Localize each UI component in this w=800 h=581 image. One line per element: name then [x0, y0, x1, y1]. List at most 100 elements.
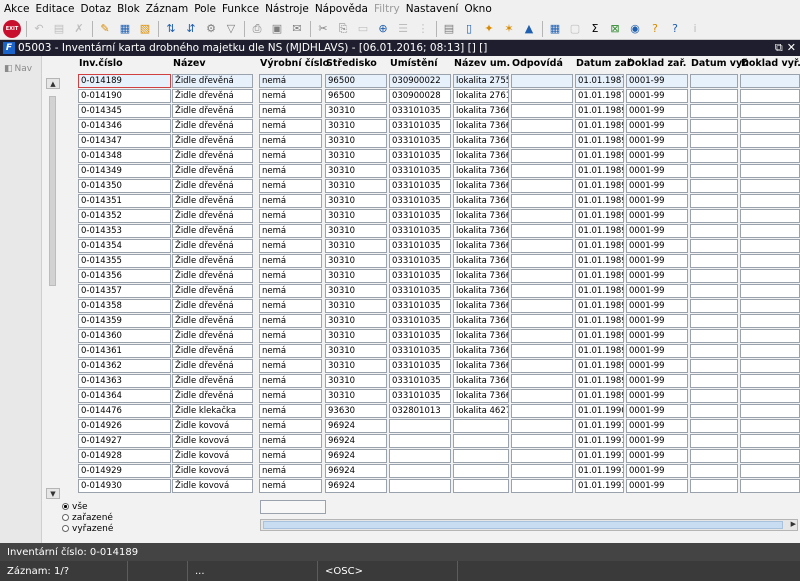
table-cell[interactable]: 96924 — [325, 419, 387, 433]
cut-icon[interactable]: ✂ — [315, 21, 331, 37]
table-cell[interactable]: 01.01.1989 — [575, 224, 624, 238]
table-cell[interactable] — [690, 104, 738, 118]
table-cell[interactable] — [740, 149, 800, 163]
table-cell[interactable] — [511, 239, 573, 253]
restore-icon[interactable]: ⧉ — [775, 41, 783, 55]
table-cell[interactable]: 01.01.1989 — [575, 389, 624, 403]
table-cell[interactable]: 033101035 — [389, 149, 451, 163]
table-row[interactable]: 0-014350 Židle dřevěná nemá 30310 033101035 l… — [42, 179, 800, 194]
save-icon[interactable]: ▤ — [51, 21, 67, 37]
table-row[interactable]: 0-014354 Židle dřevěná nemá 30310 033101035 l… — [42, 239, 800, 254]
table-cell[interactable]: 30310 — [325, 329, 387, 343]
table-cell[interactable] — [690, 194, 738, 208]
table-cell[interactable]: Židle dřevěná — [172, 314, 253, 328]
table-cell[interactable]: nemá — [259, 374, 322, 388]
table-cell[interactable]: Židle dřevěná — [172, 209, 253, 223]
table-cell[interactable]: 01.01.1989 — [575, 314, 624, 328]
table-cell[interactable]: 30310 — [325, 389, 387, 403]
table-cell[interactable]: 0-014928 — [78, 449, 171, 463]
table-cell[interactable]: 0-014929 — [78, 464, 171, 478]
query-icon[interactable]: ✎ — [97, 21, 113, 37]
exit-button[interactable]: EXIT — [3, 19, 21, 38]
table-cell[interactable]: 30310 — [325, 194, 387, 208]
table-cell[interactable] — [511, 254, 573, 268]
table-cell[interactable] — [690, 449, 738, 463]
doc-icon[interactable]: ▯ — [461, 21, 477, 37]
table-row[interactable]: 0-014352 Židle dřevěná nemá 30310 033101035 l… — [42, 209, 800, 224]
table-cell[interactable]: 96924 — [325, 464, 387, 478]
table-cell[interactable]: Židle dřevěná — [172, 359, 253, 373]
table-cell[interactable]: 96924 — [325, 434, 387, 448]
table-cell[interactable] — [740, 269, 800, 283]
menu-item-2[interactable]: Dotaz — [81, 3, 112, 15]
table-cell[interactable] — [690, 164, 738, 178]
table-row[interactable]: 0-014345 Židle dřevěná nemá 30310 033101035 l… — [42, 104, 800, 119]
table-cell[interactable]: lokalita 7366 — [453, 254, 509, 268]
table-cell[interactable]: nemá — [259, 74, 322, 88]
preview-icon[interactable]: ▣ — [269, 21, 285, 37]
table-cell[interactable]: 030900022 — [389, 74, 451, 88]
table-cell[interactable]: 0001-99 — [626, 374, 688, 388]
column-header[interactable]: Inv.číslo — [79, 58, 123, 69]
excel-icon[interactable]: ⊠ — [607, 21, 623, 37]
table-cell[interactable]: Židle dřevěná — [172, 164, 253, 178]
table-cell[interactable]: 033101035 — [389, 374, 451, 388]
horizontal-scrollbar[interactable]: ▶ — [260, 519, 798, 531]
table-cell[interactable]: nemá — [259, 194, 322, 208]
table-cell[interactable]: nemá — [259, 134, 322, 148]
close-icon[interactable]: ✕ — [787, 41, 796, 55]
table-cell[interactable]: 0001-99 — [626, 284, 688, 298]
warning-icon[interactable]: ✶ — [501, 21, 517, 37]
table-cell[interactable]: 01.01.1989 — [575, 299, 624, 313]
save-as-icon[interactable]: ▲ — [521, 21, 537, 37]
table-cell[interactable] — [690, 269, 738, 283]
clear-icon[interactable]: ✗ — [71, 21, 87, 37]
column-header[interactable]: Středisko — [326, 58, 377, 69]
table-cell[interactable]: 0001-99 — [626, 269, 688, 283]
table-cell[interactable]: nemá — [259, 404, 322, 418]
table-cell[interactable]: 033101035 — [389, 254, 451, 268]
table-row[interactable]: 0-014476 Židle klekačka nemá 93630 032801013… — [42, 404, 800, 419]
table-row[interactable]: 0-014189 Židle dřevěná nemá 96500 030900022 l… — [42, 74, 800, 89]
table-cell[interactable]: Židle klekačka — [172, 404, 253, 418]
table-cell[interactable]: 0-014357 — [78, 284, 171, 298]
menu-item-10[interactable]: Nastavení — [406, 3, 459, 15]
table-cell[interactable]: 0-014926 — [78, 419, 171, 433]
table-cell[interactable]: Židle dřevěná — [172, 344, 253, 358]
table-cell[interactable]: Židle dřevěná — [172, 149, 253, 163]
table-row[interactable]: 0-014926 Židle kovová nemá 96924 01.01.1991 0… — [42, 419, 800, 434]
table-cell[interactable]: Židle dřevěná — [172, 239, 253, 253]
table-cell[interactable] — [690, 389, 738, 403]
table-cell[interactable]: 01.01.1989 — [575, 134, 624, 148]
table-cell[interactable]: lokalita 2761 — [453, 89, 509, 103]
table-cell[interactable] — [690, 329, 738, 343]
undo-icon[interactable]: ↶ — [31, 21, 47, 37]
table-row[interactable]: 0-014351 Židle dřevěná nemá 30310 033101035 l… — [42, 194, 800, 209]
table-cell[interactable]: 96500 — [325, 74, 387, 88]
table-cell[interactable]: 0001-99 — [626, 254, 688, 268]
table-cell[interactable]: lokalita 7366 — [453, 284, 509, 298]
table-cell[interactable]: 0-014351 — [78, 194, 171, 208]
table-cell[interactable]: 0001-99 — [626, 314, 688, 328]
table-cell[interactable]: 0001-99 — [626, 329, 688, 343]
table-cell[interactable]: lokalita 7366 — [453, 329, 509, 343]
table-cell[interactable]: 30310 — [325, 164, 387, 178]
table-cell[interactable] — [511, 74, 573, 88]
table-cell[interactable]: Židle kovová — [172, 464, 253, 478]
table-cell[interactable] — [511, 299, 573, 313]
table-cell[interactable]: nemá — [259, 164, 322, 178]
table-cell[interactable]: 30310 — [325, 149, 387, 163]
table-cell[interactable]: nemá — [259, 344, 322, 358]
export-icon[interactable]: ▤ — [441, 21, 457, 37]
table-cell[interactable]: 01.01.1989 — [575, 104, 624, 118]
table-cell[interactable]: 0-014189 — [78, 74, 171, 88]
table-cell[interactable] — [389, 479, 451, 493]
table-cell[interactable]: 0001-99 — [626, 149, 688, 163]
table-cell[interactable] — [690, 344, 738, 358]
table-cell[interactable]: 0-014364 — [78, 389, 171, 403]
table-row[interactable]: 0-014348 Židle dřevěná nemá 30310 033101035 l… — [42, 149, 800, 164]
table-cell[interactable]: 0-014927 — [78, 434, 171, 448]
help-question-icon[interactable]: ? — [667, 21, 683, 37]
menu-item-5[interactable]: Pole — [194, 3, 216, 15]
table-cell[interactable] — [740, 209, 800, 223]
